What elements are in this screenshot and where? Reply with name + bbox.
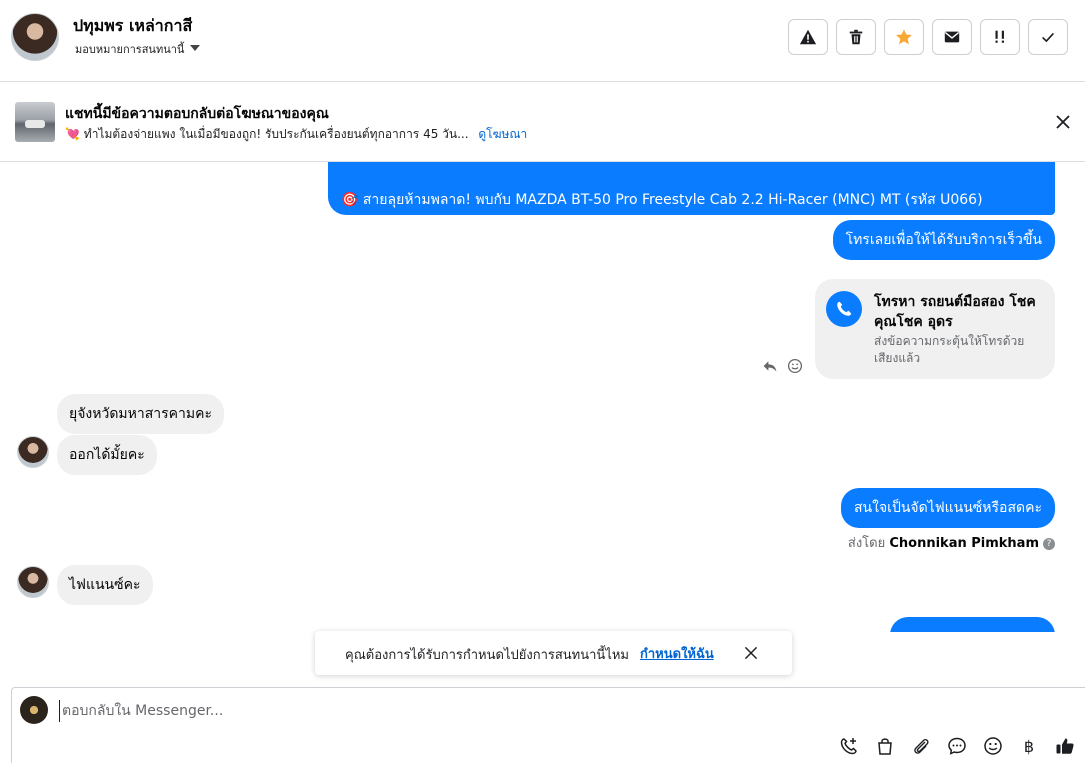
shopping-bag-icon [878,738,892,755]
message-bubble-incoming[interactable]: ออกได้มั้ยคะ [57,435,157,475]
contact-avatar-small[interactable] [17,436,49,468]
contact-avatar-small[interactable] [17,566,49,598]
assign-label: มอบหมายการสนทนานี้ [75,43,185,56]
ad-reply-banner: แชทนี้มีข้อความตอบกลับต่อโฆษณาของคุณ 💘 ท… [0,82,1085,162]
emoji-react-icon[interactable] [787,358,803,374]
baht-icon: ฿ [1023,736,1035,756]
close-icon[interactable] [1053,112,1073,132]
emoji-button[interactable] [982,735,1004,757]
payment-button[interactable]: ฿ [1018,735,1040,757]
paperclip-icon [914,738,929,754]
follow-up-button[interactable] [980,19,1020,55]
spam-icon [799,29,817,45]
conversation-toolbar [788,19,1068,55]
mark-done-button[interactable] [1028,19,1068,55]
help-icon[interactable]: ? [1043,538,1055,550]
sent-by-prefix: ส่งโดย [847,536,886,551]
delete-button[interactable] [836,19,876,55]
message-bubble-outgoing[interactable]: 🎯 สายลุยห้ามพลาด! พบกับ MAZDA BT-50 Pro … [328,162,1055,215]
ad-banner-title: แชทนี้มีข้อความตอบกลับต่อโฆษณาของคุณ [65,106,329,122]
priority-icon [995,30,1004,43]
message-text: ออกได้มั้ยคะ [69,447,145,463]
chat-bubble-icon [948,737,966,755]
mail-icon [944,31,960,43]
reply-input[interactable] [59,700,759,722]
heart-icon: 💘 [65,127,80,141]
messenger-inbox: ปทุมพร เหล่ากาสี มอบหมายการสนทนานี้ แชทน… [0,0,1085,763]
check-icon [1042,32,1054,43]
sent-by-label: ส่งโดย Chonnikan Pimkham? [848,532,1055,553]
message-bubble-incoming[interactable]: ยุจังหวัดมหาสารคามคะ [57,394,225,434]
call-add-button[interactable] [838,735,860,757]
chevron-down-icon [190,45,201,51]
assign-conversation-dropdown[interactable]: มอบหมายการสนทนานี้ [75,40,201,58]
thumbs-up-icon [1056,738,1074,754]
ad-banner-subtitle: ทำไมต้องจ่ายแพง ในเมื่อมีของถูก! รับประก… [83,127,469,141]
close-icon[interactable] [743,645,759,661]
page-avatar [20,696,48,724]
call-card-subtitle: ส่งข้อความกระตุ้นให้โทรด้วยเสียงแล้ว [874,334,1025,365]
composer-toolbar: ฿ [838,735,1076,757]
message-bubble-incoming[interactable]: ไฟแนนซ์คะ [57,565,153,605]
attach-button[interactable] [910,735,932,757]
contact-name[interactable]: ปทุมพร เหล่ากาสี [73,14,192,39]
message-bubble-outgoing[interactable]: โทรเลยเพื่อให้ได้รับบริการเร็วขึ้น [832,220,1055,260]
like-button[interactable] [1054,735,1076,757]
reply-icon[interactable] [762,358,778,374]
sender-name: Chonnikan Pimkham [889,536,1039,551]
star-icon [896,29,912,45]
star-button[interactable] [884,19,924,55]
reply-composer: ฿ [11,687,1085,763]
conversation-header: ปทุมพร เหล่ากาสี มอบหมายการสนทนานี้ [0,0,1085,82]
message-text: โทรเลยเพื่อให้ได้รับบริการเร็วขึ้น [845,232,1042,248]
phone-icon-button [826,291,862,327]
contact-avatar[interactable] [11,13,59,61]
phone-plus-icon [840,738,857,755]
phone-icon [837,301,852,316]
mark-spam-button[interactable] [788,19,828,55]
assign-prompt-text: คุณต้องการได้รับการกำหนดไปยังการสนทนานี้… [345,648,629,663]
message-bubble-outgoing-partial[interactable] [890,617,1055,632]
call-card-title: โทรหา รถยนต์มือสอง โชคคุณโชค อุดร [874,294,1036,330]
message-thread[interactable]: 🎯 สายลุยห้ามพลาด! พบกับ MAZDA BT-50 Pro … [0,162,1085,632]
message-text: ยุจังหวัดมหาสารคามคะ [69,406,213,422]
message-text: 🎯 สายลุยห้ามพลาด! พบกับ MAZDA BT-50 Pro … [341,192,983,208]
shop-button[interactable] [874,735,896,757]
view-ad-link[interactable]: ดูโฆษณา [478,127,527,141]
ad-banner-subtitle-row: 💘 ทำไมต้องจ่ายแพง ในเมื่อมีของถูก! รับปร… [65,125,527,144]
call-prompt-card[interactable]: โทรหา รถยนต์มือสอง โชคคุณโชค อุดร ส่งข้อ… [815,279,1055,379]
ad-thumbnail[interactable] [15,102,55,142]
mark-unread-button[interactable] [932,19,972,55]
trash-icon [849,29,863,45]
message-bubble-outgoing[interactable]: สนใจเป็นจัดไฟแนนซ์หรือสดคะ [841,488,1055,528]
saved-replies-button[interactable] [946,735,968,757]
emoji-icon [984,737,1002,755]
message-text: ไฟแนนซ์คะ [69,577,141,593]
assign-prompt-toast: คุณต้องการได้รับการกำหนดไปยังการสนทนานี้… [315,631,792,675]
message-text: สนใจเป็นจัดไฟแนนซ์หรือสดคะ [854,500,1042,516]
assign-to-me-link[interactable]: กำหนดให้ฉัน [640,643,714,664]
